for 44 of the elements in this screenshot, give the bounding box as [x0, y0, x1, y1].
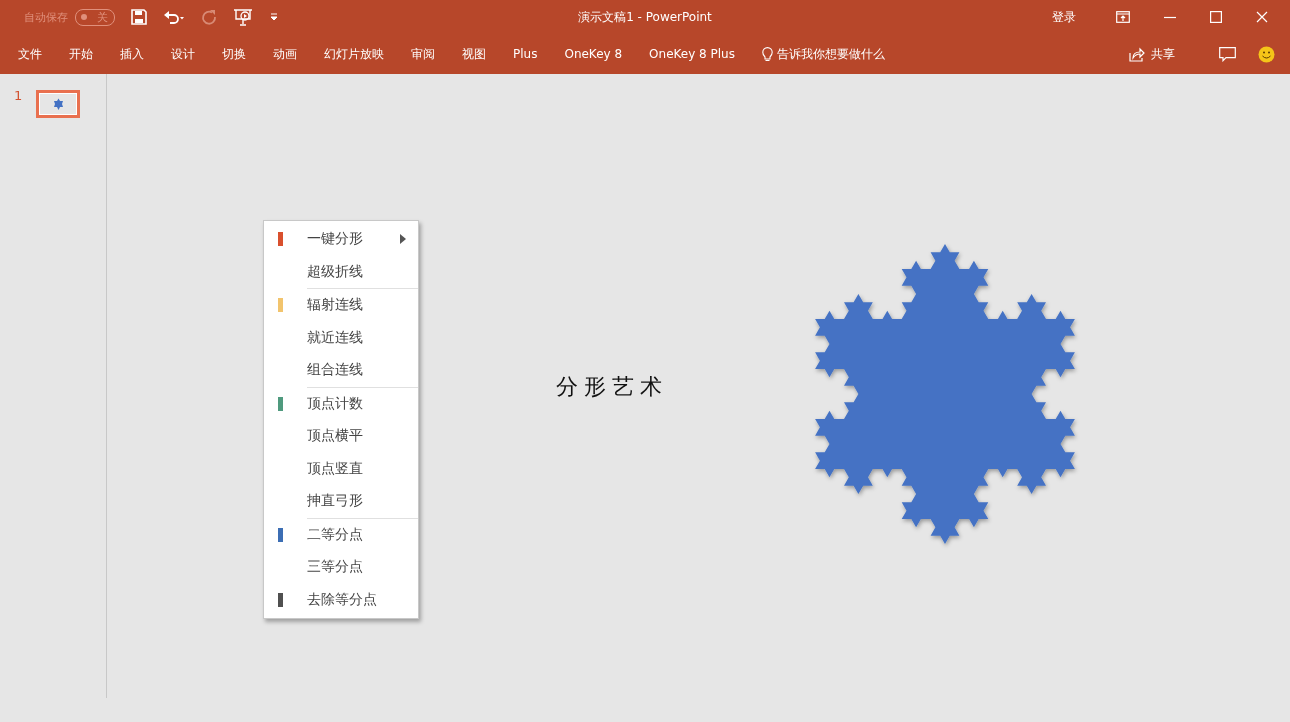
- menu-item[interactable]: 二等分点: [264, 518, 418, 551]
- share-button[interactable]: 共享: [1129, 45, 1175, 63]
- menu-item[interactable]: 一键分形: [264, 223, 418, 256]
- menu-item[interactable]: 组合连线: [264, 354, 418, 387]
- slide-number: 1: [14, 88, 23, 103]
- ribbon-tab[interactable]: OneKey 8 Plus: [649, 47, 735, 61]
- lightbulb-icon: [761, 46, 773, 62]
- ribbon-tab[interactable]: 视图: [462, 45, 486, 63]
- slide-thumbnail[interactable]: [36, 90, 81, 118]
- ribbon-tab[interactable]: 切换: [222, 45, 246, 63]
- smiley-icon[interactable]: [1258, 45, 1275, 63]
- menu-item[interactable]: 顶点横平: [264, 420, 418, 453]
- koch-snowflake-shape[interactable]: [815, 244, 1075, 544]
- ribbon-tab[interactable]: Plus: [513, 47, 538, 61]
- menu-item[interactable]: 辐射连线: [264, 289, 418, 322]
- ribbon-tab[interactable]: 幻灯片放映: [324, 45, 384, 63]
- share-icon: [1129, 46, 1145, 62]
- save-icon[interactable]: [131, 9, 147, 25]
- sign-in-button[interactable]: 登录: [1052, 8, 1076, 26]
- menu-item[interactable]: 顶点计数: [264, 387, 418, 420]
- undo-icon[interactable]: [163, 9, 185, 25]
- window-title: 演示文稿1 - PowerPoint: [578, 8, 712, 26]
- menu-item[interactable]: 抻直弓形: [264, 485, 418, 518]
- menu-item[interactable]: 三等分点: [264, 551, 418, 584]
- customize-caret-icon[interactable]: [269, 12, 279, 22]
- tell-me-search[interactable]: 告诉我你想要做什么: [761, 45, 885, 63]
- ribbon-tab[interactable]: 开始: [69, 45, 93, 63]
- autosave-label: 自动保存: [24, 9, 68, 25]
- slide-title: 分形艺术: [556, 373, 668, 401]
- ribbon-tab[interactable]: 动画: [273, 45, 297, 63]
- presentation-icon[interactable]: [233, 8, 253, 26]
- ribbon-tab[interactable]: 设计: [171, 45, 195, 63]
- ribbon-tab[interactable]: OneKey 8: [564, 47, 623, 61]
- ribbon-tab[interactable]: 文件: [18, 45, 42, 63]
- ribbon-tab[interactable]: 插入: [120, 45, 144, 63]
- menu-item[interactable]: 超级折线: [264, 255, 418, 288]
- ribbon-tab[interactable]: 审阅: [411, 45, 435, 63]
- menu-item[interactable]: 顶点竖直: [264, 452, 418, 485]
- close-icon[interactable]: [1256, 11, 1268, 23]
- menu-item[interactable]: 去除等分点: [264, 583, 418, 616]
- comment-icon[interactable]: [1219, 46, 1236, 62]
- menu-item[interactable]: 就近连线: [264, 321, 418, 354]
- maximize-icon[interactable]: [1210, 11, 1222, 23]
- ribbon-display-icon[interactable]: [1116, 11, 1130, 23]
